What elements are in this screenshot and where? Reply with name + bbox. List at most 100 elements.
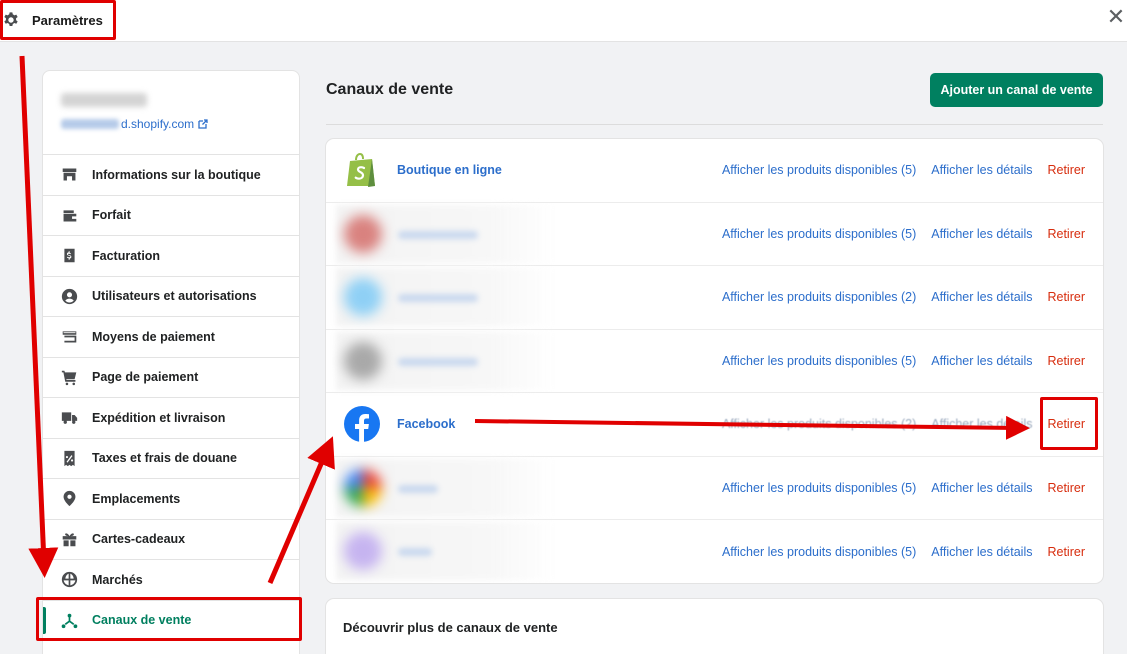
truck-icon	[61, 412, 78, 425]
sidebar-item-label: Moyens de paiement	[92, 329, 215, 344]
channel-actions: Afficher les produits disponibles (5) Af…	[707, 354, 1085, 368]
channel-name-link[interactable]: Facebook	[397, 417, 455, 431]
annotation-arrow-down	[19, 55, 59, 578]
channel-row: Afficher les produits disponibles (5) Af…	[326, 330, 1103, 393]
remove-channel-link[interactable]: Retirer	[1047, 545, 1085, 559]
settings-sidebar: d.shopify.com Informations sur la boutiq…	[42, 70, 300, 654]
remove-channel-link[interactable]: Retirer	[1047, 481, 1085, 495]
view-details-link[interactable]: Afficher les détails	[931, 354, 1032, 368]
view-products-link[interactable]: Afficher les produits disponibles (5)	[722, 354, 916, 368]
wallet-icon	[63, 210, 77, 222]
shop-url-text: d.shopify.com	[121, 117, 195, 131]
remove-channel-link[interactable]: Retirer	[1047, 227, 1085, 241]
redacted-channel-name	[398, 357, 478, 366]
external-link-icon	[198, 119, 208, 129]
sidebar-item-store-details[interactable]: Informations sur la boutique	[43, 155, 299, 196]
channel-row: Afficher les produits disponibles (2) Af…	[326, 266, 1103, 330]
view-products-link[interactable]: Afficher les produits disponibles (5)	[722, 545, 916, 559]
sidebar-item-markets[interactable]: Marchés	[43, 560, 299, 601]
remove-channel-link[interactable]: Retirer	[1047, 354, 1085, 368]
view-details-link[interactable]: Afficher les détails	[931, 163, 1032, 177]
page-title: Canaux de vente	[326, 81, 454, 98]
sidebar-item-label: Forfait	[92, 208, 131, 223]
sidebar-item-label: Facturation	[92, 248, 161, 263]
sidebar-item-label: Expédition et livraison	[92, 410, 226, 425]
sidebar-item-billing[interactable]: Facturation	[43, 236, 299, 277]
redacted-channel-name	[398, 294, 478, 302]
discover-channels-card: Découvrir plus de canaux de vente	[326, 599, 1103, 654]
gift-icon	[62, 533, 77, 547]
redacted-channel-icon	[344, 532, 382, 570]
discover-title: Découvrir plus de canaux de vente	[343, 620, 558, 635]
cart-icon	[61, 370, 77, 385]
sidebar-item-label: Utilisateurs et autorisations	[92, 289, 257, 304]
close-icon[interactable]: ✕	[1105, 6, 1127, 28]
store-icon	[62, 168, 77, 181]
sidebar-item-users[interactable]: Utilisateurs et autorisations	[43, 277, 299, 317]
remove-channel-link[interactable]: Retirer	[1047, 290, 1085, 304]
channel-name-link[interactable]: Boutique en ligne	[397, 163, 502, 177]
shop-info: d.shopify.com	[43, 71, 299, 155]
view-products-link[interactable]: Afficher les produits disponibles (5)	[722, 481, 916, 495]
redacted-channel-icon	[344, 214, 382, 253]
sidebar-item-gift-cards[interactable]: Cartes-cadeaux	[43, 520, 299, 560]
channel-actions: Afficher les produits disponibles (5) Af…	[707, 227, 1085, 241]
redacted-channel-name	[398, 548, 432, 556]
annotation-highlight-title	[0, 0, 116, 40]
remove-channel-link[interactable]: Retirer	[1047, 163, 1085, 177]
channel-row: Boutique en ligne Afficher les produits …	[326, 139, 1103, 203]
facebook-icon	[344, 406, 380, 443]
sales-channels-list: Boutique en ligne Afficher les produits …	[326, 139, 1103, 583]
settings-header: Paramètres ✕	[0, 0, 1127, 42]
sidebar-item-locations[interactable]: Emplacements	[43, 479, 299, 520]
redacted-channel-icon	[344, 468, 382, 507]
sidebar-item-label: Cartes-cadeaux	[92, 532, 186, 547]
tax-receipt-icon	[64, 450, 75, 466]
shopify-bag-icon	[344, 152, 380, 188]
add-sales-channel-button[interactable]: Ajouter un canal de vente	[930, 73, 1103, 107]
view-products-link[interactable]: Afficher les produits disponibles (2)	[722, 290, 916, 304]
sidebar-item-payments[interactable]: Moyens de paiement	[43, 317, 299, 358]
channel-actions: Afficher les produits disponibles (2) Af…	[707, 290, 1085, 304]
sidebar-item-label: Taxes et frais de douane	[92, 451, 237, 466]
globe-icon	[61, 572, 78, 588]
annotation-highlight-sales-channels	[36, 597, 302, 641]
channel-row: Afficher les produits disponibles (5) Af…	[326, 203, 1103, 266]
user-icon	[61, 288, 78, 304]
channel-row: Afficher les produits disponibles (5) Af…	[326, 457, 1103, 520]
sidebar-item-checkout[interactable]: Page de paiement	[43, 358, 299, 398]
channel-actions: Afficher les produits disponibles (5) Af…	[707, 481, 1085, 495]
annotation-highlight-remove	[1040, 397, 1098, 450]
sidebar-item-shipping[interactable]: Expédition et livraison	[43, 398, 299, 439]
view-details-link[interactable]: Afficher les détails	[931, 481, 1032, 495]
sidebar-item-taxes[interactable]: Taxes et frais de douane	[43, 439, 299, 479]
sidebar-item-label: Marchés	[92, 572, 143, 587]
shop-url-redacted	[61, 119, 119, 129]
channel-actions: Afficher les produits disponibles (5) Af…	[707, 163, 1085, 177]
redacted-channel-icon	[344, 278, 382, 316]
location-pin-icon	[63, 491, 76, 507]
view-products-link[interactable]: Afficher les produits disponibles (5)	[722, 163, 916, 177]
redacted-channel-icon	[344, 341, 382, 380]
shop-name-redacted	[61, 93, 147, 107]
sidebar-item-plan[interactable]: Forfait	[43, 196, 299, 236]
channel-row: Afficher les produits disponibles (5) Af…	[326, 520, 1103, 583]
view-products-link[interactable]: Afficher les produits disponibles (2)	[722, 417, 916, 431]
channel-actions: Afficher les produits disponibles (5) Af…	[707, 545, 1085, 559]
view-details-link[interactable]: Afficher les détails	[931, 545, 1032, 559]
shop-url-link[interactable]: d.shopify.com	[61, 117, 299, 131]
view-details-link[interactable]: Afficher les détails	[931, 417, 1032, 431]
view-details-link[interactable]: Afficher les détails	[931, 227, 1032, 241]
invoice-dollar-icon	[64, 248, 75, 263]
view-products-link[interactable]: Afficher les produits disponibles (5)	[722, 227, 916, 241]
card-icon	[62, 331, 77, 343]
redacted-channel-name	[398, 230, 478, 239]
sidebar-item-label: Page de paiement	[92, 370, 199, 385]
view-details-link[interactable]: Afficher les détails	[931, 290, 1032, 304]
sidebar-item-label: Emplacements	[92, 491, 181, 506]
channel-actions: Afficher les produits disponibles (2) Af…	[707, 417, 1085, 431]
channel-row-facebook: Facebook Afficher les produits disponibl…	[326, 393, 1103, 457]
sidebar-item-label: Informations sur la boutique	[92, 167, 261, 182]
redacted-channel-name	[398, 484, 438, 493]
header-divider	[326, 124, 1103, 125]
